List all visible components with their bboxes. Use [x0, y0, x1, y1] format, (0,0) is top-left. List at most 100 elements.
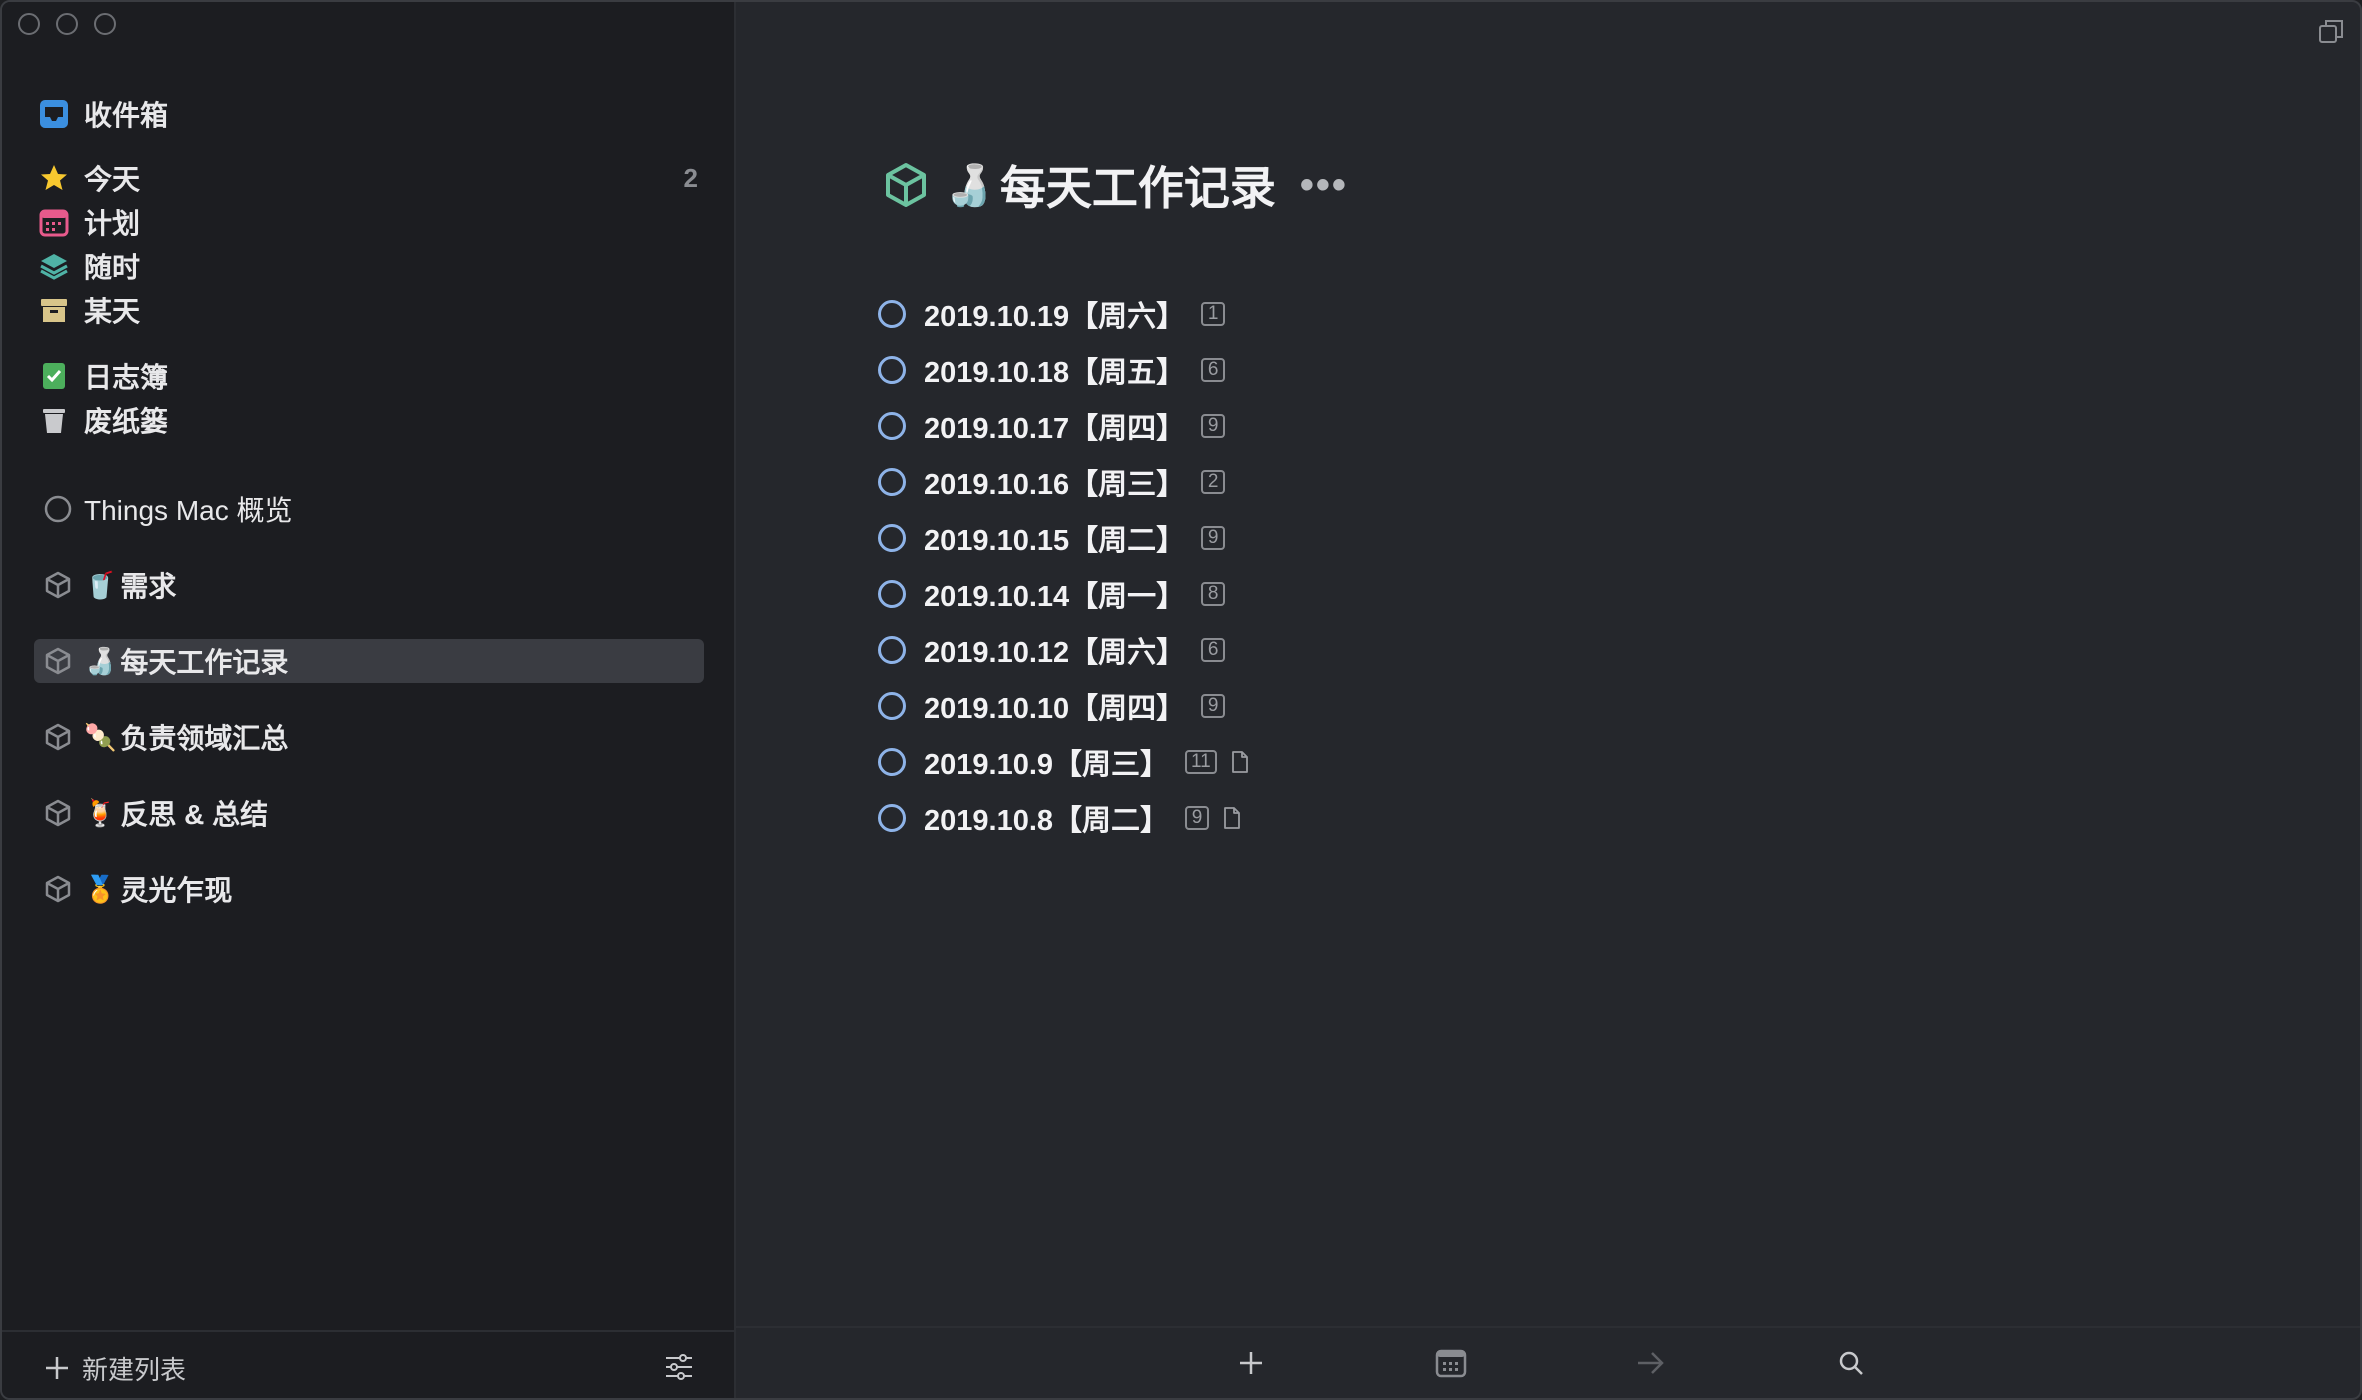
arrow-right-icon[interactable]: [1634, 1346, 1668, 1380]
task-row[interactable]: 2019.10.15【周二】 9: [878, 510, 1249, 566]
archive-box-icon: [38, 294, 70, 326]
note-icon: [1231, 751, 1249, 773]
main-content: 🍶 每天工作记录 ••• 2019.10.19【周六】 1 2019.10.18…: [736, 2, 2360, 1398]
task-checkbox[interactable]: [878, 468, 906, 496]
trash-icon: [38, 404, 70, 436]
task-checkbox[interactable]: [878, 748, 906, 776]
sidebar-item-someday[interactable]: 某天: [38, 290, 140, 330]
sidebar-item-label: 废纸篓: [84, 406, 169, 437]
task-row[interactable]: 2019.10.14【周一】 8: [878, 566, 1249, 622]
checklist-count-badge: 8: [1201, 582, 1226, 606]
task-title: 2019.10.8【周二】: [924, 805, 1170, 837]
task-row[interactable]: 2019.10.10【周四】 9: [878, 678, 1249, 734]
task-title: 2019.10.10【周四】: [924, 693, 1186, 725]
plus-icon[interactable]: [1234, 1346, 1268, 1380]
task-list: 2019.10.19【周六】 1 2019.10.18【周五】 6 2019.1…: [878, 286, 1249, 846]
sidebar-item-label: 某天: [84, 296, 141, 327]
task-row[interactable]: 2019.10.9【周三】 11: [878, 734, 1249, 790]
checklist-count-badge: 1: [1201, 302, 1226, 326]
new-list-button[interactable]: 新建列表: [44, 1350, 186, 1387]
task-checkbox[interactable]: [878, 636, 906, 664]
project-header: 🍶 每天工作记录 •••: [882, 152, 1348, 218]
sidebar-item-label: 随时: [84, 252, 141, 283]
task-checkbox[interactable]: [878, 412, 906, 440]
note-icon: [1223, 807, 1241, 829]
sidebar-item-label: 日志簿: [84, 362, 169, 393]
bottom-toolbar: [736, 1326, 2360, 1398]
page-title[interactable]: 每天工作记录: [1000, 152, 1276, 218]
task-row[interactable]: 2019.10.12【周六】 6: [878, 622, 1249, 678]
logbook-icon: [38, 360, 70, 392]
task-title: 2019.10.12【周六】: [924, 637, 1186, 669]
project-box-icon: [42, 873, 74, 905]
sidebar-item-trash[interactable]: 废纸篓: [38, 400, 168, 440]
task-title: 2019.10.17【周四】: [924, 413, 1186, 445]
sidebar-project-areas-summary[interactable]: 🍡 负责领域汇总: [34, 715, 704, 759]
sidebar-project-inspiration[interactable]: 🏅 灵光乍现: [34, 867, 704, 911]
task-checkbox[interactable]: [878, 804, 906, 832]
task-checkbox[interactable]: [878, 692, 906, 720]
sidebar-item-inbox[interactable]: 收件箱: [38, 94, 168, 134]
sidebar-item-today[interactable]: 今天 2: [38, 158, 698, 198]
task-checkbox[interactable]: [878, 524, 906, 552]
close-window-button[interactable]: [18, 13, 40, 35]
project-box-icon: [882, 161, 930, 209]
sidebar-item-label: 每天工作记录: [120, 647, 289, 678]
task-row[interactable]: 2019.10.16【周三】 2: [878, 454, 1249, 510]
task-checkbox[interactable]: [878, 300, 906, 328]
sidebar-footer: 新建列表: [2, 1330, 734, 1398]
project-box-icon: [42, 645, 74, 677]
project-box-icon: [42, 797, 74, 829]
task-checkbox[interactable]: [878, 580, 906, 608]
new-list-label: 新建列表: [82, 1355, 187, 1385]
calendar-icon: [38, 206, 70, 238]
sidebar-item-label: 今天: [84, 164, 141, 195]
sidebar-item-anytime[interactable]: 随时: [38, 246, 140, 286]
calendar-icon[interactable]: [1434, 1346, 1468, 1380]
task-checkbox[interactable]: [878, 356, 906, 384]
task-title: 2019.10.9【周三】: [924, 749, 1170, 781]
search-icon[interactable]: [1834, 1346, 1868, 1380]
sidebar-item-label: 灵光乍现: [120, 875, 233, 906]
sidebar-item-label: 反思 & 总结: [120, 799, 269, 830]
sidebar-item-label: 需求: [120, 571, 177, 602]
sidebar: 收件箱 今天 2 计划 随时 某天 日志簿 废纸篓 Things Mac 概览 …: [2, 2, 736, 1398]
project-emoji: 🥤: [84, 569, 117, 600]
task-title: 2019.10.16【周三】: [924, 469, 1186, 501]
task-title: 2019.10.15【周二】: [924, 525, 1186, 557]
task-row[interactable]: 2019.10.8【周二】 9: [878, 790, 1249, 846]
checklist-count-badge: 6: [1201, 358, 1226, 382]
sidebar-item-label: 负责领域汇总: [120, 723, 289, 754]
sidebar-item-label: 计划: [84, 208, 141, 239]
plus-icon: [44, 1351, 70, 1387]
sidebar-item-logbook[interactable]: 日志簿: [38, 356, 168, 396]
zoom-window-button[interactable]: [94, 13, 116, 35]
checklist-count-badge: 6: [1201, 638, 1226, 662]
more-options-button[interactable]: •••: [1300, 163, 1348, 208]
task-title: 2019.10.18【周五】: [924, 357, 1186, 389]
task-row[interactable]: 2019.10.17【周四】 9: [878, 398, 1249, 454]
inbox-icon: [38, 98, 70, 130]
task-title: 2019.10.19【周六】: [924, 301, 1186, 333]
sidebar-item-label: 收件箱: [84, 100, 169, 131]
window-controls: [18, 13, 116, 35]
task-row[interactable]: 2019.10.19【周六】 1: [878, 286, 1249, 342]
sidebar-item-upcoming[interactable]: 计划: [38, 202, 140, 242]
checklist-count-badge: 9: [1185, 806, 1210, 830]
task-title: 2019.10.14【周一】: [924, 581, 1186, 613]
project-box-icon: [42, 721, 74, 753]
checklist-count-badge: 9: [1201, 414, 1226, 438]
sidebar-project-reflection[interactable]: 🍹 反思 & 总结: [34, 791, 704, 835]
layers-icon: [38, 250, 70, 282]
project-emoji: 🏅: [84, 873, 117, 904]
sidebar-project-requirements[interactable]: 🥤 需求: [34, 563, 704, 607]
sidebar-project-things-overview[interactable]: Things Mac 概览: [34, 487, 704, 531]
sidebar-project-daily-log[interactable]: 🍶 每天工作记录: [34, 639, 704, 683]
project-emoji: 🍶: [84, 645, 117, 676]
today-count-badge: 2: [683, 162, 698, 193]
task-row[interactable]: 2019.10.18【周五】 6: [878, 342, 1249, 398]
minimize-window-button[interactable]: [56, 13, 78, 35]
checklist-count-badge: 11: [1185, 750, 1217, 774]
window-restore-icon[interactable]: [2318, 18, 2344, 44]
sliders-icon[interactable]: [664, 1352, 694, 1382]
